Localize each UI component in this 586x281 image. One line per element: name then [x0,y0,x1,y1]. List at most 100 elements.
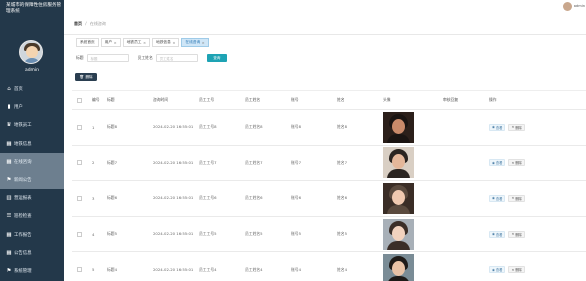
sidebar-item-5[interactable]: ⚑ 新闻公告 [0,170,64,190]
user-icon: ▮ [7,104,11,111]
delete-button[interactable]: ✕ 删除 [508,230,525,238]
close-icon[interactable]: × [202,41,205,45]
delete-button[interactable]: ✕ 删除 [508,194,525,202]
cell-employee-name: 员工姓名4 [245,266,263,272]
cell-name: 姓名8 [337,124,348,130]
sidebar-username: admin [24,68,40,73]
view-label: 查看 [495,161,503,166]
column-header: 姓名 [337,97,345,102]
view-button[interactable]: ◉ 查看 [489,194,506,202]
view-button[interactable]: ◉ 查看 [489,230,506,238]
row-checkbox[interactable] [77,160,82,166]
close-icon[interactable]: × [143,41,146,45]
breadcrumb-home[interactable]: 首页 [74,21,82,26]
search-button[interactable]: 查询 [206,54,227,62]
close-icon[interactable]: × [172,41,175,45]
sidebar-item-label: 工作报告 [14,232,32,238]
view-button[interactable]: ◉ 查看 [489,159,506,167]
avatar-photo [383,182,414,214]
cell-actions: ◉ 查看 ✕ 删除 [487,266,577,274]
cell-account: 账号6 [291,195,302,201]
name-search-input[interactable]: 员工姓名 [155,54,198,62]
view-label: 查看 [495,125,503,130]
cell-time: 2024-02-20 16:55:01 [153,124,194,130]
cell-avatar [381,147,441,179]
cell-account: 账号8 [291,124,302,130]
row-select-cell [72,160,90,166]
sidebar-item-7[interactable]: ☰ 巡检检查 [0,207,64,225]
select-all-cell[interactable] [72,97,90,103]
cell-name: 姓名6 [337,195,348,201]
delete-button[interactable]: ✕ 删除 [508,266,525,274]
system-title: 某城市的保障性住房服务管理系统 [6,3,62,14]
avatar-photo [383,147,414,179]
select-all-checkbox[interactable] [77,97,82,103]
sidebar-item-8[interactable]: ▦ 工作报告 [0,226,64,244]
table-row: 4 标题5 2024-02-20 16:55:01 员工工号5 员工姓名5 账号5 姓名5 ◉… [72,217,586,253]
cell-time: 2024-02-20 16:55:01 [153,231,194,237]
user-avatar[interactable] [563,2,572,11]
avatar-photo [383,254,414,281]
view-button[interactable]: ◉ 查看 [489,123,506,131]
delete-button[interactable]: ✕ 删除 [508,123,525,131]
close-icon[interactable]: × [114,41,117,45]
tab-1[interactable]: 用户 × [100,38,121,47]
chart-icon: ▥ [6,195,12,202]
cell-name: 姓名5 [337,231,348,237]
sidebar-item-0[interactable]: ⌂ 首页 [0,80,64,98]
tab-0[interactable]: 系统首页 [76,38,99,47]
cell-avatar [381,111,441,143]
row-select-cell [72,124,90,130]
eye-icon: ◉ [492,267,495,272]
sidebar-item-2[interactable]: ♛ 地铁员工 [0,116,64,134]
flag-icon: ⚑ [6,177,12,184]
cell-employee-name: 员工姓名7 [245,159,263,165]
column-header: 咨询时间 [153,97,169,102]
sidebar-item-label: 地铁信息 [14,141,32,147]
table-row: 5 标题4 2024-02-20 16:55:01 员工工号4 员工姓名4 账号4 姓名4 ◉… [72,252,586,281]
delete-button[interactable]: ✕ 删除 [508,159,525,167]
tab-4[interactable]: 在线咨询 × [181,38,209,47]
tab-2[interactable]: 地铁员工 × [122,38,151,47]
avatar [19,40,43,64]
delete-label: 删除 [515,196,522,201]
breadcrumb: 首页 / 在线咨询 [74,21,106,27]
sidebar-item-9[interactable]: ▦ 公告信息 [0,244,64,262]
eye-icon: ◉ [492,232,495,237]
cell-title: 标题7 [107,159,118,165]
eye-icon: ◉ [492,160,495,165]
sidebar-item-4[interactable]: ▦ 在线咨询 [0,152,64,171]
batch-delete-label: 删除 [85,74,93,79]
tab-3[interactable]: 地铁信息 × [152,38,180,47]
sidebar-item-10[interactable]: ⚑ 系统管理 [0,262,64,280]
cell-avatar [381,218,441,250]
close-icon: ✕ [511,196,515,201]
row-checkbox[interactable] [77,195,82,201]
breadcrumb-current: 在线咨询 [89,21,106,26]
column-header: 员工工号 [199,97,215,102]
title-search-input[interactable]: 标题 [86,54,129,62]
row-select-cell [72,195,90,201]
row-select-cell [72,267,90,273]
top-username[interactable]: admin [574,4,585,8]
close-icon: ✕ [511,160,515,165]
sidebar-item-3[interactable]: ▦ 地铁信息 [0,135,64,153]
grid-icon: ▦ [6,249,12,256]
row-checkbox[interactable] [77,231,82,237]
delete-label: 删除 [515,125,522,130]
sidebar-item-label: 巡检检查 [14,214,32,220]
cell-no: 4 [92,231,95,237]
close-icon: ✕ [511,125,515,130]
tab-label: 在线咨询 [185,40,201,44]
sidebar-item-6[interactable]: ▥ 营运报表 [0,189,64,207]
view-button[interactable]: ◉ 查看 [489,266,506,274]
row-checkbox[interactable] [77,267,82,273]
row-checkbox[interactable] [77,124,82,130]
cell-name: 姓名4 [337,266,348,272]
table-header: 编号 标题 咨询时间 员工工号 员工姓名 账号 姓名 头像 审核回复 操作 [72,90,586,110]
consult-table: 编号 标题 咨询时间 员工工号 员工姓名 账号 姓名 头像 审核回复 操作 1 标题8 2024-02… [72,90,586,281]
batch-delete-button[interactable]: 🗑 删除 [75,73,97,81]
sidebar-item-1[interactable]: ▮ 用户 [0,98,64,116]
topbar: admin [64,0,586,14]
cell-employee-id: 员工工号8 [199,124,217,130]
